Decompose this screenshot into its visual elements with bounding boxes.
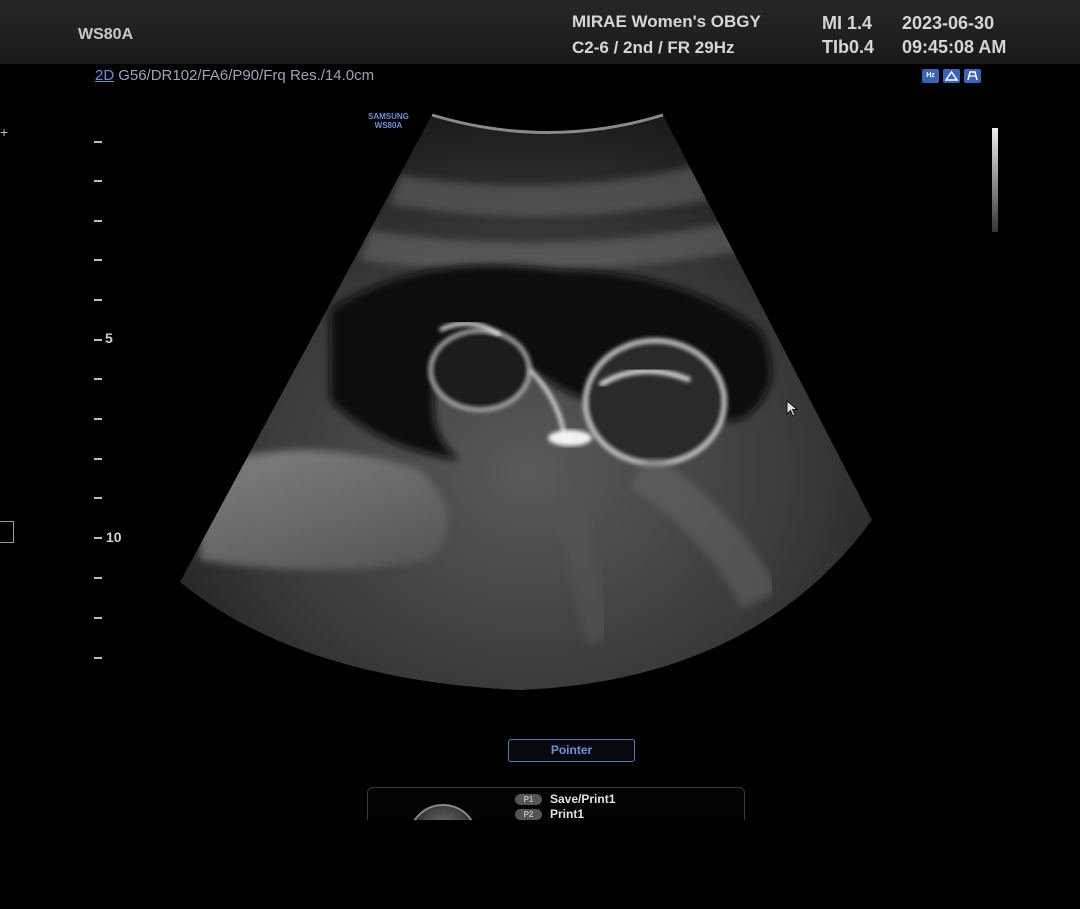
depth-tick: [94, 299, 102, 301]
depth-tick: [94, 458, 102, 460]
p-key-panel: P1 Save/Print1 P2 Print1: [367, 787, 745, 820]
pointer-button[interactable]: Pointer: [508, 739, 635, 762]
depth-label-10: 10: [106, 529, 122, 545]
depth-tick: [94, 180, 102, 182]
p1-label: Save/Print1: [550, 792, 616, 806]
depth-tick: [94, 220, 102, 222]
grayscale-bar: [992, 128, 998, 232]
p2-label: Print1: [550, 807, 585, 820]
depth-tick: [94, 537, 102, 539]
depth-tick: [94, 497, 102, 499]
depth-tick: [94, 418, 102, 420]
p2-key[interactable]: P2: [515, 808, 542, 820]
depth-tick: [94, 141, 102, 143]
depth-label-5: 5: [105, 330, 113, 346]
p-key-row-1[interactable]: P1 Save/Print1: [515, 792, 615, 806]
depth-scale: 5 10: [0, 0, 140, 700]
depth-tick: [94, 259, 102, 261]
p1-key[interactable]: P1: [515, 793, 542, 805]
depth-tick: [94, 577, 102, 579]
depth-tick: [94, 657, 102, 659]
trackball-icon: [408, 804, 478, 820]
ultrasound-image: [180, 113, 872, 690]
mouse-cursor-icon: [786, 400, 799, 417]
depth-tick: [94, 339, 102, 341]
p-key-row-2[interactable]: P2 Print1: [515, 807, 584, 820]
depth-tick: [94, 617, 102, 619]
depth-tick: [94, 378, 102, 380]
